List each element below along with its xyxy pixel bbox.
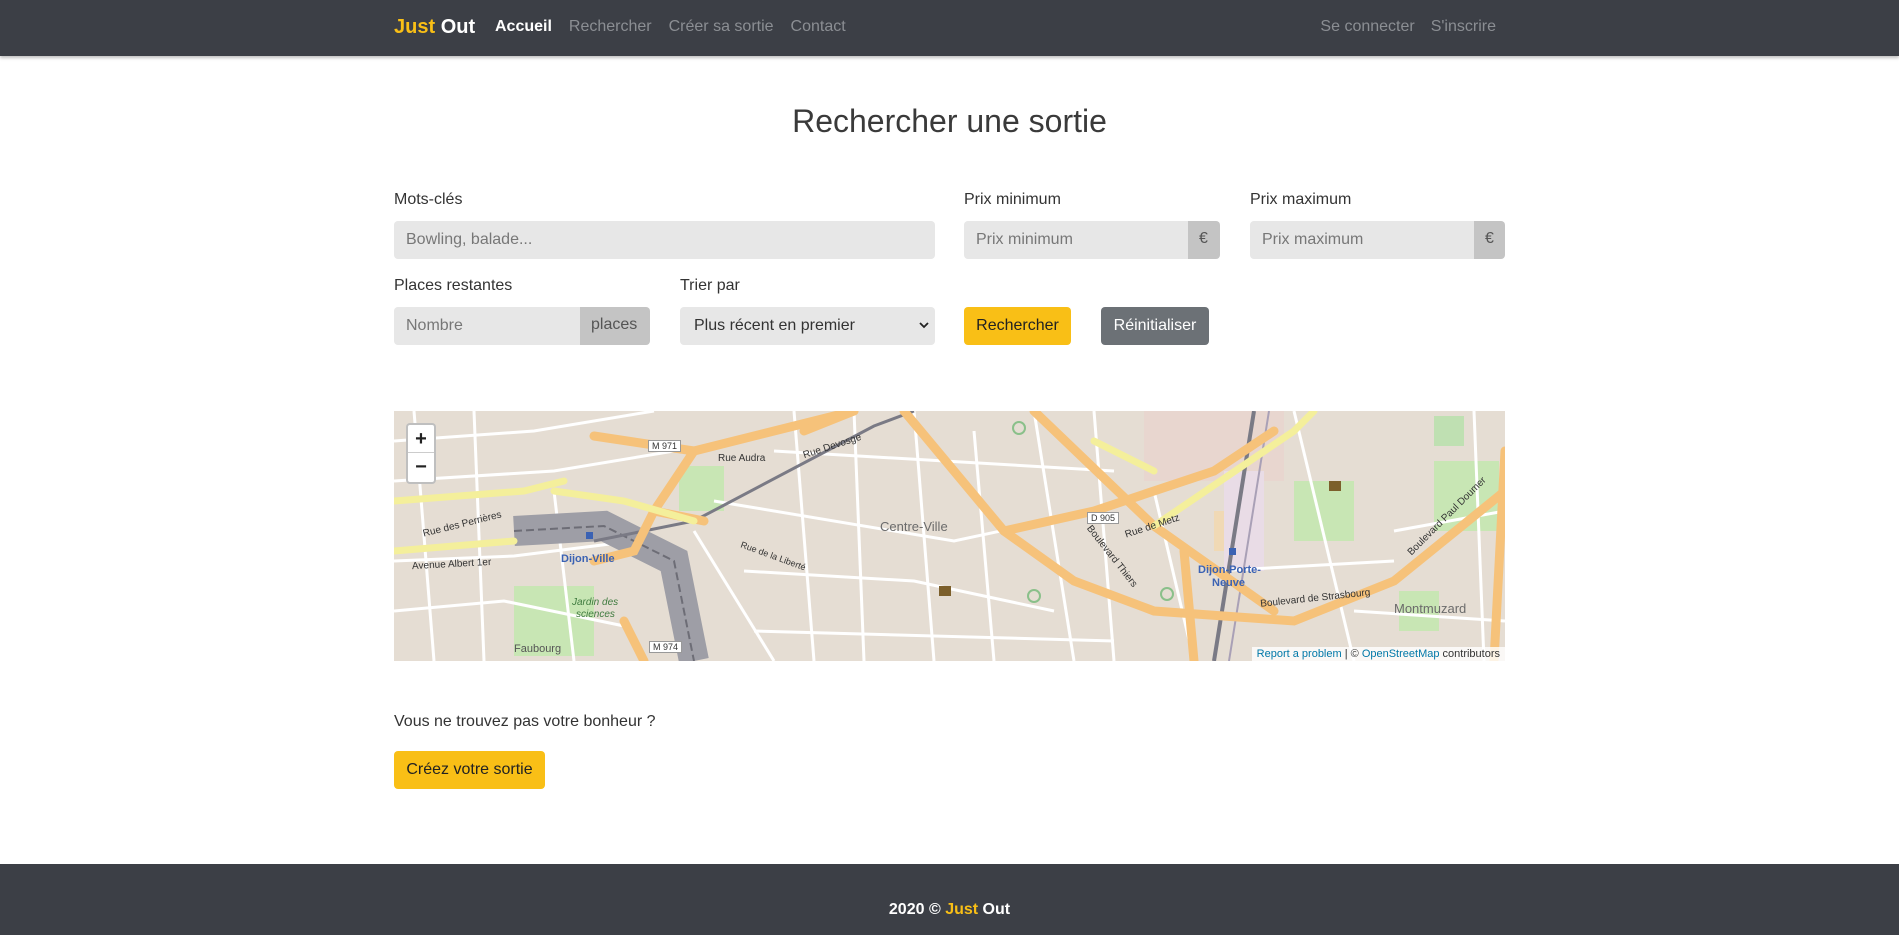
nav-se-connecter[interactable]: Se connecter: [1320, 18, 1414, 36]
zoom-in-button[interactable]: +: [408, 425, 434, 453]
map-label-porte-neuve-2: Neuve: [1212, 577, 1246, 589]
report-problem-link[interactable]: Report a problem: [1257, 648, 1342, 660]
map-label-gare: Dijon-Ville: [561, 553, 615, 565]
map-label-m971: M 971: [648, 440, 682, 452]
navbar: Just Out Accueil Rechercher Créer sa sor…: [0, 0, 1899, 56]
keywords-input[interactable]: Bowling, balade...: [394, 221, 935, 259]
price-max-input[interactable]: Prix maximum: [1250, 221, 1474, 259]
map-label-jardin-2: sciences: [576, 609, 615, 620]
footer-brand-out: Out: [982, 901, 1011, 918]
nav-creer-sortie[interactable]: Créer sa sortie: [669, 18, 774, 36]
zoom-out-button[interactable]: −: [408, 453, 434, 481]
chevron-down-icon: [919, 319, 929, 333]
map-label-rue-audra: Rue Audra: [718, 453, 766, 464]
map-label-m974: M 974: [649, 641, 683, 653]
footer-brand-just: Just: [945, 901, 979, 918]
map-label-centre: Centre-Ville: [880, 519, 948, 534]
map-label-faubourg: Faubourg: [514, 643, 562, 655]
map-zoom-control: + −: [406, 423, 436, 484]
map-tiles: [394, 411, 1505, 661]
footer-prefix: 2020 ©: [888, 901, 946, 918]
attrib-separator: | ©: [1341, 648, 1362, 660]
map-label-d905: D 905: [1087, 512, 1120, 524]
nav-rechercher[interactable]: Rechercher: [569, 18, 652, 36]
not-found-text: Vous ne trouvez pas votre bonheur ?: [394, 713, 656, 730]
main-nav: Accueil Rechercher Créer sa sortie Conta…: [495, 18, 846, 36]
auth-nav: Se connecter S'inscrire: [1320, 18, 1496, 36]
sort-selected-value: Plus récent en premier: [694, 317, 855, 334]
footer-copyright: 2020 © Just Out: [0, 901, 1899, 919]
price-min-input[interactable]: Prix minimum: [964, 221, 1188, 259]
map-label-porte-neuve-1: Dijon-Porte-: [1198, 564, 1261, 576]
nav-s-inscrire[interactable]: S'inscrire: [1431, 18, 1496, 36]
map-label-montmuzard: Montmuzard: [1394, 601, 1467, 616]
brand-just: Just: [394, 16, 436, 38]
map-label-jardin-1: Jardin des: [572, 597, 619, 608]
map-attribution: Report a problem | © OpenStreetMap contr…: [1251, 647, 1505, 661]
brand-out: Out: [440, 16, 476, 38]
keywords-label: Mots-clés: [394, 191, 463, 208]
price-max-currency-addon: €: [1474, 221, 1505, 259]
attrib-contributors: contributors: [1439, 648, 1500, 660]
reset-button[interactable]: Réinitialiser: [1101, 307, 1209, 345]
price-max-label: Prix maximum: [1250, 191, 1352, 208]
nav-accueil[interactable]: Accueil: [495, 18, 552, 36]
footer: 2020 © Just Out: [0, 864, 1899, 935]
places-label: Places restantes: [394, 277, 513, 294]
places-addon: places: [580, 307, 650, 345]
sort-label: Trier par: [680, 277, 740, 294]
price-min-label: Prix minimum: [964, 191, 1061, 208]
create-outing-button[interactable]: Créez votre sortie: [394, 751, 545, 789]
nav-contact[interactable]: Contact: [791, 18, 846, 36]
map[interactable]: Centre-Ville Dijon-Ville Dijon-Porte- Ne…: [394, 411, 1505, 661]
price-min-currency-addon: €: [1188, 221, 1220, 259]
places-input[interactable]: Nombre: [394, 307, 581, 345]
page-title: Rechercher une sortie: [792, 103, 1107, 139]
sort-select[interactable]: Plus récent en premier: [680, 307, 935, 345]
osm-link[interactable]: OpenStreetMap: [1362, 648, 1440, 660]
search-button[interactable]: Rechercher: [964, 307, 1071, 345]
brand-logo[interactable]: Just Out: [394, 16, 475, 39]
